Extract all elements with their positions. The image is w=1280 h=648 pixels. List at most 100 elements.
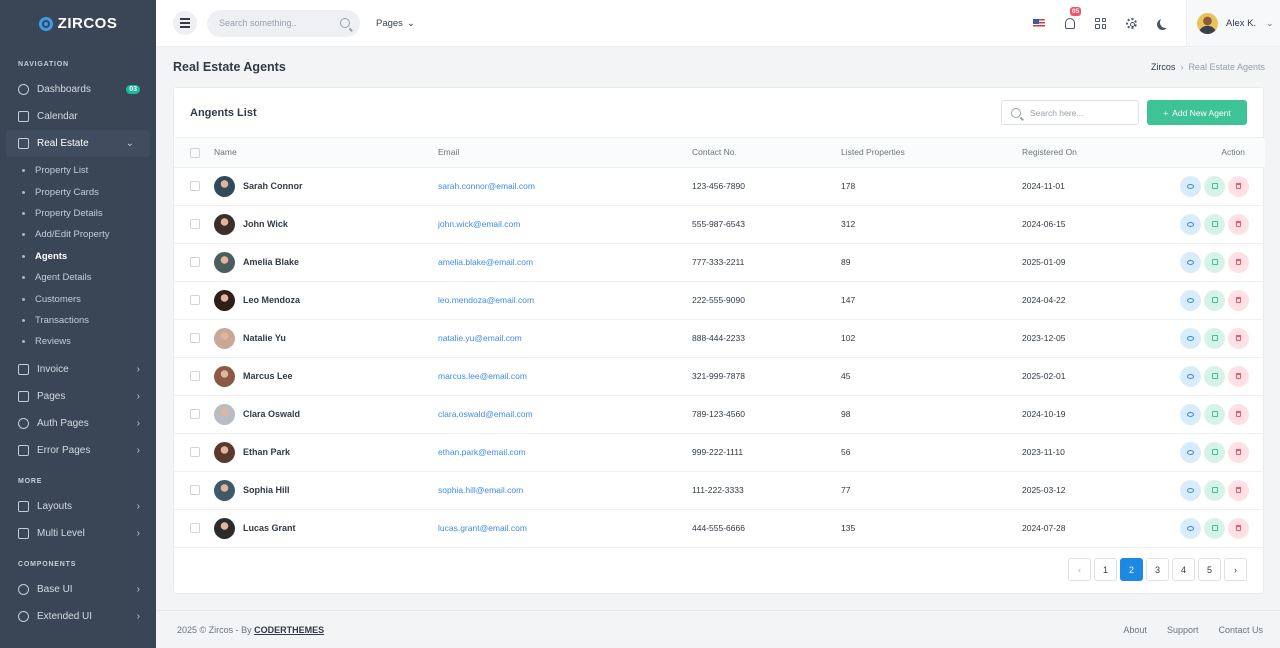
agent-name[interactable]: Sophia Hill	[243, 485, 290, 495]
table-row[interactable]: Sophia Hill sophia.hill@email.com 111-222-…	[174, 471, 1265, 510]
view-button[interactable]	[1180, 517, 1201, 539]
view-button[interactable]	[1180, 479, 1201, 501]
sidebar-item-extended-ui[interactable]: Extended UI ›	[0, 603, 156, 630]
row-checkbox[interactable]	[190, 257, 200, 268]
sidebar-item-auth-pages[interactable]: Auth Pages ›	[0, 410, 156, 437]
sidebar-item-real-estate[interactable]: Real Estate ⌄	[6, 130, 150, 157]
delete-button[interactable]	[1228, 365, 1249, 387]
row-checkbox[interactable]	[190, 409, 200, 420]
row-checkbox[interactable]	[190, 219, 200, 230]
table-row[interactable]: Sarah Connor sarah.connor@email.com 123-45…	[174, 167, 1265, 206]
table-row[interactable]: Marcus Lee marcus.lee@email.com 321-999-78…	[174, 357, 1265, 396]
pagination-page-4[interactable]: 4	[1172, 558, 1195, 581]
pagination-next-button[interactable]: ›	[1224, 558, 1247, 581]
agent-email[interactable]: clara.oswald@email.com	[438, 409, 533, 419]
view-button[interactable]	[1180, 327, 1201, 349]
delete-button[interactable]	[1228, 289, 1249, 311]
agent-search-input[interactable]: Search here...	[1001, 100, 1139, 125]
table-row[interactable]: Clara Oswald clara.oswald@email.com 789-12…	[174, 395, 1265, 434]
sidebar-subitem-customers[interactable]: Customers	[0, 288, 156, 309]
column-header-contact[interactable]: Contact No.	[692, 138, 841, 168]
sidebar-subitem-property-details[interactable]: Property Details	[0, 203, 156, 224]
footer-brand-link[interactable]: CODERTHEMES	[254, 625, 324, 635]
logo[interactable]: ZIRCOS	[0, 0, 156, 47]
settings-button[interactable]	[1116, 0, 1147, 46]
agent-name[interactable]: Leo Mendoza	[243, 295, 300, 305]
footer-link-about[interactable]: About	[1123, 625, 1147, 635]
pagination-page-5[interactable]: 5	[1198, 558, 1221, 581]
sidebar-subitem-agents[interactable]: Agents	[0, 246, 156, 267]
edit-button[interactable]	[1204, 327, 1225, 349]
delete-button[interactable]	[1228, 479, 1249, 501]
agent-name[interactable]: Clara Oswald	[243, 409, 300, 419]
edit-button[interactable]	[1204, 251, 1225, 273]
theme-toggle-button[interactable]	[1147, 0, 1178, 46]
add-agent-button[interactable]: + Add New Agent	[1147, 100, 1247, 125]
delete-button[interactable]	[1228, 403, 1249, 425]
agent-email[interactable]: sophia.hill@email.com	[438, 485, 523, 495]
sidebar-subitem-property-list[interactable]: Property List	[0, 160, 156, 181]
table-row[interactable]: Lucas Grant lucas.grant@email.com 444-555-…	[174, 509, 1265, 548]
edit-button[interactable]	[1204, 289, 1225, 311]
breadcrumb-root[interactable]: Zircos	[1151, 62, 1176, 72]
sidebar-item-base-ui[interactable]: Base UI ›	[0, 576, 156, 603]
edit-button[interactable]	[1204, 213, 1225, 235]
delete-button[interactable]	[1228, 441, 1249, 463]
row-checkbox[interactable]	[190, 447, 200, 458]
edit-button[interactable]	[1204, 365, 1225, 387]
agent-email[interactable]: ethan.park@email.com	[438, 447, 526, 457]
sidebar-item-layouts[interactable]: Layouts ›	[0, 493, 156, 520]
sidebar-subitem-reviews[interactable]: Reviews	[0, 331, 156, 352]
row-checkbox[interactable]	[190, 485, 200, 496]
agent-email[interactable]: leo.mendoza@email.com	[438, 295, 534, 305]
sidebar-item-error-pages[interactable]: Error Pages ›	[0, 437, 156, 464]
search-input[interactable]: Search something..	[207, 9, 360, 37]
agent-name[interactable]: John Wick	[243, 219, 288, 229]
column-header-listed[interactable]: Listed Properties	[841, 138, 1022, 168]
column-header-registered[interactable]: Registered On	[1022, 138, 1139, 168]
view-button[interactable]	[1180, 441, 1201, 463]
delete-button[interactable]	[1228, 213, 1249, 235]
view-button[interactable]	[1180, 175, 1201, 197]
pagination-page-3[interactable]: 3	[1146, 558, 1169, 581]
notifications-button[interactable]: 05	[1054, 0, 1085, 46]
sidebar-subitem-property-cards[interactable]: Property Cards	[0, 181, 156, 202]
row-checkbox[interactable]	[190, 333, 200, 344]
edit-button[interactable]	[1204, 517, 1225, 539]
agent-name[interactable]: Natalie Yu	[243, 333, 286, 343]
agent-email[interactable]: john.wick@email.com	[438, 219, 520, 229]
view-button[interactable]	[1180, 365, 1201, 387]
agent-name[interactable]: Ethan Park	[243, 447, 290, 457]
row-checkbox[interactable]	[190, 181, 200, 192]
footer-link-contact[interactable]: Contact Us	[1218, 625, 1263, 635]
edit-button[interactable]	[1204, 441, 1225, 463]
view-button[interactable]	[1180, 289, 1201, 311]
pagination-prev-button[interactable]: ‹	[1068, 558, 1091, 581]
column-header-name[interactable]: Name	[214, 138, 438, 168]
delete-button[interactable]	[1228, 517, 1249, 539]
view-button[interactable]	[1180, 251, 1201, 273]
select-all-checkbox[interactable]	[190, 147, 200, 158]
pagination-page-1[interactable]: 1	[1094, 558, 1117, 581]
user-profile-menu[interactable]: Alex K. ⌄	[1186, 0, 1280, 46]
sidebar-item-dashboards[interactable]: Dashboards 03	[0, 76, 156, 103]
delete-button[interactable]	[1228, 251, 1249, 273]
edit-button[interactable]	[1204, 175, 1225, 197]
view-button[interactable]	[1180, 213, 1201, 235]
agent-email[interactable]: amelia.blake@email.com	[438, 257, 533, 267]
agent-email[interactable]: natalie.yu@email.com	[438, 333, 522, 343]
footer-link-support[interactable]: Support	[1167, 625, 1199, 635]
table-row[interactable]: Amelia Blake amelia.blake@email.com 777-33…	[174, 243, 1265, 282]
row-checkbox[interactable]	[190, 523, 200, 534]
sidebar-item-pages[interactable]: Pages ›	[0, 383, 156, 410]
menu-toggle-button[interactable]	[173, 11, 197, 35]
delete-button[interactable]	[1228, 327, 1249, 349]
agent-name[interactable]: Sarah Connor	[243, 181, 303, 191]
pages-dropdown[interactable]: Pages ⌄	[376, 18, 415, 29]
pagination-page-2[interactable]: 2	[1120, 558, 1143, 581]
table-row[interactable]: Natalie Yu natalie.yu@email.com 888-444-22…	[174, 319, 1265, 358]
language-button[interactable]	[1023, 0, 1054, 46]
agent-email[interactable]: marcus.lee@email.com	[438, 371, 527, 381]
edit-button[interactable]	[1204, 403, 1225, 425]
sidebar-subitem-add-edit-property[interactable]: Add/Edit Property	[0, 224, 156, 245]
